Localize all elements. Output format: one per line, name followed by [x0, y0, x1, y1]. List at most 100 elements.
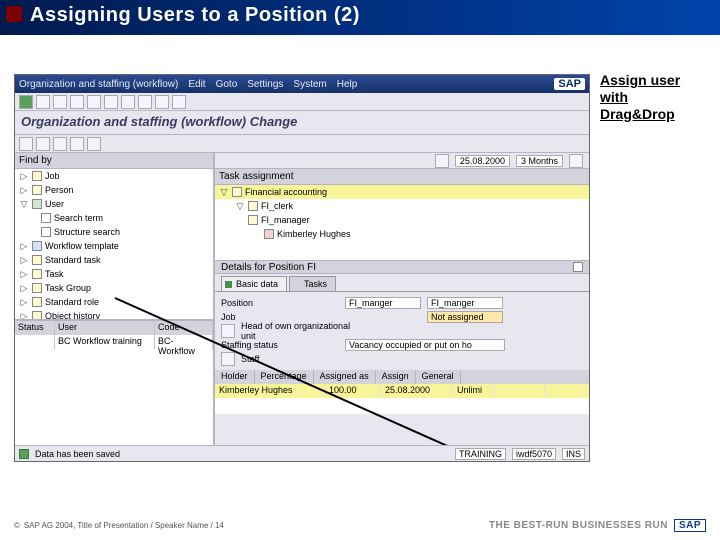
- expander-icon[interactable]: ▷: [19, 171, 29, 182]
- position-text-field[interactable]: FI_manger: [427, 297, 503, 309]
- node-icon: [264, 229, 274, 239]
- tb-btn[interactable]: [36, 95, 50, 109]
- tb-btn[interactable]: [87, 95, 101, 109]
- tree-label: Standard role: [45, 297, 99, 307]
- staff-checkbox[interactable]: [221, 352, 235, 366]
- expander-icon[interactable]: ▷: [19, 185, 29, 196]
- tree-node[interactable]: ▽User: [15, 197, 213, 211]
- htab-general[interactable]: General: [416, 370, 461, 384]
- menu-edit[interactable]: Edit: [188, 79, 205, 90]
- expander-icon[interactable]: ▷: [19, 241, 29, 252]
- left-pane: Find by ▷Job▷Person▽UserSearch termStruc…: [15, 153, 215, 445]
- transaction-title: Organization and staffing (workflow) Cha…: [15, 111, 589, 135]
- findby-header: Find by: [15, 153, 213, 169]
- tab-tasks[interactable]: Tasks: [289, 276, 336, 291]
- expander-icon[interactable]: ▷: [19, 269, 29, 280]
- tree-node[interactable]: ▷ Person: [15, 183, 213, 197]
- menu-org[interactable]: Organization and staffing (workflow): [19, 79, 178, 90]
- expander-icon[interactable]: ▽: [235, 201, 245, 212]
- footer-text: SAP AG 2004, Title of Presentation / Spe…: [24, 521, 224, 530]
- task-tree-node[interactable]: ▽Financial accounting: [215, 185, 589, 199]
- slide-footer: © SAP AG 2004, Title of Presentation / S…: [14, 521, 224, 530]
- htab-holder[interactable]: Holder: [215, 370, 255, 384]
- position-code-field[interactable]: FI_manger: [345, 297, 421, 309]
- tree-node[interactable]: Search term: [15, 211, 213, 225]
- tree-node[interactable]: ▷Job: [15, 169, 213, 183]
- tb-btn[interactable]: [104, 95, 118, 109]
- task-tree-node[interactable]: ▽FI_clerk: [215, 199, 589, 213]
- menu-system[interactable]: System: [293, 79, 326, 90]
- tb-btn[interactable]: [53, 95, 67, 109]
- date-next-icon[interactable]: [569, 154, 583, 168]
- task-tree-node[interactable]: FI_manager: [215, 213, 589, 227]
- tree-node[interactable]: ▷ Standard role: [15, 295, 213, 309]
- app-tb-btn[interactable]: [19, 137, 33, 151]
- statusbar: Data has been saved TRAINING iwdf5070 IN…: [15, 445, 589, 461]
- tb-btn[interactable]: [172, 95, 186, 109]
- app-tb-btn[interactable]: [87, 137, 101, 151]
- task-tree[interactable]: ▽Financial accounting▽FI_clerkFI_manager…: [215, 185, 589, 260]
- htab-assign[interactable]: Assign: [376, 370, 416, 384]
- tree-label: Object history: [45, 311, 100, 319]
- expander-icon[interactable]: ▽: [219, 187, 229, 198]
- brand-text: THE BEST-RUN BUSINESSES RUN: [489, 520, 668, 531]
- sap-brand-logo: SAP: [674, 519, 706, 532]
- workarea: Find by ▷Job▷Person▽UserSearch termStruc…: [15, 153, 589, 445]
- tb-btn[interactable]: [121, 95, 135, 109]
- node-icon: [32, 255, 42, 265]
- node-icon: [32, 171, 42, 181]
- grid-cell-code: BC-Workflow: [155, 335, 213, 349]
- app-tb-btn[interactable]: [70, 137, 84, 151]
- callout: Assign user with Drag&Drop: [600, 72, 712, 122]
- date-bar: 25.08.2000 3 Months: [215, 153, 589, 169]
- findby-tree[interactable]: ▷Job▷Person▽UserSearch termStructure sea…: [15, 169, 213, 319]
- head-checkbox[interactable]: [221, 324, 235, 338]
- tree-label: Search term: [54, 213, 103, 223]
- standard-toolbar: [15, 93, 589, 111]
- tb-btn[interactable]: [138, 95, 152, 109]
- date-field[interactable]: 25.08.2000: [455, 155, 510, 167]
- tree-node[interactable]: ▷Workflow template: [15, 239, 213, 253]
- tree-node[interactable]: Structure search: [15, 225, 213, 239]
- tb-btn[interactable]: [70, 95, 84, 109]
- expander-icon[interactable]: ▽: [19, 199, 29, 210]
- app-tb-btn[interactable]: [53, 137, 67, 151]
- tree-node[interactable]: ▷Task: [15, 267, 213, 281]
- details-icon[interactable]: [573, 262, 583, 272]
- expander-icon[interactable]: ▷: [19, 297, 29, 308]
- menu-help[interactable]: Help: [337, 79, 358, 90]
- search-result-grid[interactable]: Status User Code BC Workflow training BC…: [15, 319, 213, 445]
- expander-icon[interactable]: ▷: [19, 283, 29, 294]
- menubar: Organization and staffing (workflow) Edi…: [15, 75, 589, 93]
- app-tb-btn[interactable]: [36, 137, 50, 151]
- expander-icon[interactable]: ▷: [19, 255, 29, 266]
- tb-btn[interactable]: [155, 95, 169, 109]
- holder-grid[interactable]: Kimberley Hughes 100.00 25.08.2000 Unlim…: [215, 384, 589, 414]
- tb-green-check-icon[interactable]: [19, 95, 33, 109]
- menu-settings[interactable]: Settings: [247, 79, 283, 90]
- job-field[interactable]: Not assigned: [427, 311, 503, 323]
- expander-icon[interactable]: ▷: [19, 311, 29, 320]
- holder-row[interactable]: Kimberley Hughes 100.00 25.08.2000 Unlim…: [215, 384, 589, 398]
- tab-basic-data[interactable]: Basic data: [221, 276, 287, 291]
- staffing-field[interactable]: Vacancy occupied or put on ho: [345, 339, 505, 351]
- menu-goto[interactable]: Goto: [216, 79, 238, 90]
- node-icon: [41, 213, 51, 223]
- node-icon: [32, 297, 42, 307]
- holder-pct: 100.00: [325, 384, 381, 398]
- basic-data-form: Position FI_manger FI_manger Job Not ass…: [215, 292, 589, 370]
- staff-label: Staff: [241, 354, 359, 364]
- task-tree-node[interactable]: Kimberley Hughes: [215, 227, 589, 241]
- date-prev-icon[interactable]: [435, 154, 449, 168]
- grid-row[interactable]: BC Workflow training BC-Workflow: [15, 335, 213, 349]
- status-system: TRAINING: [455, 448, 506, 460]
- tree-node[interactable]: ▷Standard task: [15, 253, 213, 267]
- tree-node[interactable]: ▷ Object history: [15, 309, 213, 319]
- tree-node[interactable]: ▷Task Group: [15, 281, 213, 295]
- htab-percentage[interactable]: Percentage: [255, 370, 314, 384]
- node-icon: [41, 227, 51, 237]
- tree-label: Person: [45, 185, 74, 195]
- period-field[interactable]: 3 Months: [516, 155, 563, 167]
- htab-assigned-as[interactable]: Assigned as: [314, 370, 376, 384]
- status-message: Data has been saved: [35, 449, 120, 459]
